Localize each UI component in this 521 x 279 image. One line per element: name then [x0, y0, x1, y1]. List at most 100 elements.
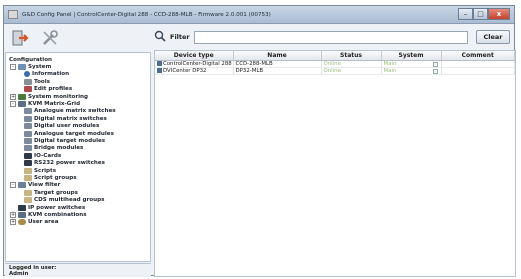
column-header[interactable]: Device type	[155, 51, 234, 61]
group-icon	[24, 189, 32, 196]
tree-item[interactable]: Digital target modules	[24, 137, 105, 144]
column-header[interactable]: Comment	[441, 51, 515, 61]
tree-item-label: KVM Matrix-Grid	[28, 100, 81, 107]
window-title: G&D Config Panel | ControlCenter-Digital…	[22, 11, 271, 18]
tree-item[interactable]: Analogue target modules	[24, 130, 114, 137]
collapse-toggle[interactable]: -	[10, 63, 16, 70]
tree-item[interactable]: Digital user modules	[24, 123, 99, 130]
cell-text: DP32-MLB	[235, 67, 264, 74]
config-panel-window: G&D Config Panel | ControlCenter-Digital…	[3, 5, 516, 277]
tree-item-label: Target groups	[34, 189, 78, 196]
kvm-icon	[18, 211, 26, 218]
device-table-area: Device type Name Status System Comment Contr…	[154, 50, 516, 277]
filter-input[interactable]	[193, 30, 468, 44]
filter-icon	[18, 182, 26, 189]
table-body: ControlCenter-Digital 288 CCD-288-MLB Onli…	[155, 60, 515, 75]
system-icon	[18, 63, 26, 70]
grid-icon	[18, 100, 26, 107]
tree-item[interactable]: RS232 power switches	[24, 160, 105, 167]
cell-system: Main	[381, 60, 442, 68]
tree-item[interactable]: Information	[24, 71, 69, 78]
minimize-button[interactable]: –	[458, 8, 473, 20]
tree-item[interactable]: Digital matrix switches	[24, 115, 107, 122]
tools-icon[interactable]	[40, 28, 60, 48]
expand-toggle[interactable]: +	[10, 211, 16, 218]
tree-item[interactable]: - View filter	[10, 182, 60, 189]
search-icon	[154, 30, 166, 44]
table-header: Device type Name Status System Comment	[155, 51, 515, 61]
toolbar	[4, 25, 152, 51]
column-header[interactable]: System	[381, 51, 442, 61]
logout-icon[interactable]	[10, 28, 30, 48]
tree-item-label: Bridge modules	[34, 145, 84, 152]
cell-text: Online	[323, 67, 341, 74]
tree-item-label: System monitoring	[28, 93, 88, 100]
column-header[interactable]: Name	[233, 51, 322, 61]
device-icon	[157, 60, 162, 66]
collapse-toggle[interactable]: -	[10, 182, 16, 189]
tree-item[interactable]: Configuration	[9, 56, 52, 63]
login-status: Logged in user: Admin	[5, 263, 151, 277]
script-icon	[24, 167, 32, 174]
maximize-button[interactable]: □	[473, 8, 488, 20]
collapse-toggle[interactable]: -	[10, 100, 16, 107]
tree-item[interactable]: IO-Cards	[24, 152, 61, 159]
card-icon	[24, 152, 32, 159]
clear-button[interactable]: Clear	[476, 30, 510, 44]
module-icon	[24, 108, 32, 115]
tree-item-label: Script groups	[34, 174, 77, 181]
tree-item[interactable]: IP power switches	[10, 204, 85, 211]
profiles-icon	[24, 86, 32, 93]
column-header[interactable]: Status	[321, 51, 382, 61]
tree-item-label: IO-Cards	[34, 152, 62, 159]
tree-item[interactable]: + System monitoring	[10, 93, 88, 100]
module-icon	[24, 137, 32, 144]
tree-item-label: Configuration	[9, 56, 53, 63]
close-button[interactable]: x	[488, 8, 510, 20]
tree-item-label: RS232 power switches	[34, 160, 105, 167]
cell-text: ControlCenter-Digital 288	[163, 60, 232, 67]
cell-comment	[441, 67, 515, 75]
expand-toggle[interactable]: +	[10, 219, 16, 226]
monitoring-icon	[18, 93, 26, 100]
tree-item[interactable]: Scripts	[24, 167, 56, 174]
script-icon	[24, 174, 32, 181]
tree-item-label: System	[28, 63, 52, 70]
tree-item-label: Information	[32, 71, 70, 78]
system-select-button[interactable]	[432, 61, 438, 66]
tree-item-label: IP power switches	[28, 204, 86, 211]
navigation-tree: Configuration - System Information Tools Edit…	[5, 52, 151, 262]
module-icon	[24, 145, 32, 152]
system-select-button[interactable]	[432, 68, 438, 73]
filter-bar: Filter Clear	[154, 26, 510, 48]
cell-text: CCD-288-MLB	[235, 60, 273, 67]
tree-item[interactable]: Edit profiles	[24, 86, 72, 93]
cell-status: Online	[321, 60, 382, 68]
expand-toggle[interactable]: +	[10, 93, 16, 100]
info-icon	[24, 71, 30, 78]
tree-item-label: Digital matrix switches	[34, 115, 107, 122]
tree-item-label: View filter	[28, 182, 61, 189]
module-icon	[24, 123, 32, 130]
table-row[interactable]: ControlCenter-Digital 288 CCD-288-MLB Onli…	[155, 60, 515, 68]
tree-item[interactable]: + User area	[10, 219, 58, 226]
module-icon	[24, 130, 32, 137]
cell-device-type: DVICenter DP32	[155, 67, 234, 75]
power-icon	[24, 160, 32, 167]
cell-system: Main	[381, 67, 442, 75]
title-bar[interactable]: G&D Config Panel | ControlCenter-Digital…	[4, 6, 514, 24]
tree-item[interactable]: CDS multihead groups	[24, 197, 104, 204]
tree-item[interactable]: Script groups	[24, 174, 77, 181]
tree-item[interactable]: Analogue matrix switches	[24, 108, 116, 115]
tree-item[interactable]: + KVM combinations	[10, 211, 87, 218]
tree-item[interactable]: - System	[10, 63, 51, 70]
tree-item[interactable]: Bridge modules	[24, 145, 83, 152]
cell-name: DP32-MLB	[233, 67, 322, 75]
tree-item[interactable]: Tools	[24, 78, 50, 85]
tree-item[interactable]: Target groups	[24, 189, 78, 196]
tree-item[interactable]: - KVM Matrix-Grid	[10, 100, 80, 107]
device-icon	[157, 67, 162, 73]
module-icon	[24, 115, 32, 122]
table-row[interactable]: DVICenter DP32 DP32-MLB Online Main	[155, 67, 515, 75]
app-icon	[8, 10, 18, 19]
